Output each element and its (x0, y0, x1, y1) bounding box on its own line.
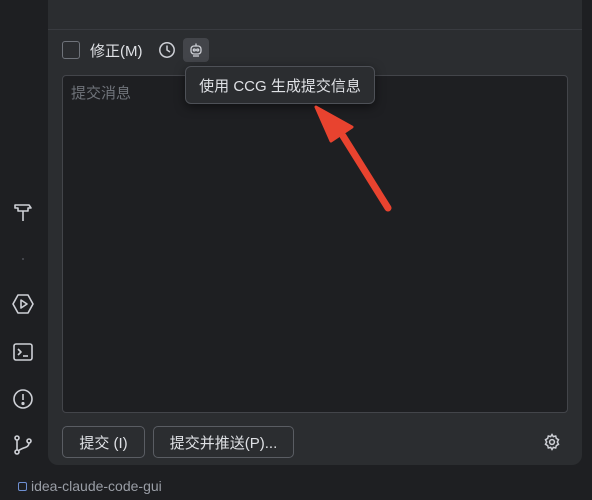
commit-options-row: 修正(M) (62, 38, 462, 62)
status-bar: idea-claude-code-gui (0, 472, 592, 500)
ide-window: 修正(M) 提交消息 提交 (I) 提交并推送(P)... 使用 CCG 生成提… (0, 0, 592, 500)
problems-icon[interactable] (11, 387, 35, 411)
run-services-icon[interactable] (11, 292, 35, 316)
left-tool-stripe (0, 0, 48, 470)
git-branch-icon[interactable] (11, 433, 35, 457)
commit-history-icon[interactable] (157, 40, 177, 60)
ccg-robot-icon (189, 43, 202, 57)
amend-checkbox[interactable] (62, 41, 80, 59)
right-edge (582, 0, 592, 470)
commit-message-placeholder: 提交消息 (71, 85, 132, 102)
terminal-icon[interactable] (11, 340, 35, 364)
commit-button[interactable]: 提交 (I) (62, 426, 145, 458)
stripe-separator (22, 258, 24, 260)
ccg-tooltip-text: 使用 CCG 生成提交信息 (199, 77, 361, 95)
ccg-tooltip: 使用 CCG 生成提交信息 (185, 66, 375, 104)
project-module-icon (18, 481, 27, 491)
changes-list-area[interactable] (48, 0, 582, 30)
ccg-generate-button[interactable] (182, 38, 209, 62)
build-hammer-icon[interactable] (11, 200, 35, 224)
commit-settings-gear-icon[interactable] (542, 432, 562, 452)
commit-and-push-button[interactable]: 提交并推送(P)... (153, 426, 294, 458)
amend-label[interactable]: 修正(M) (90, 40, 143, 61)
commit-message-input[interactable]: 提交消息 (62, 75, 568, 413)
project-name[interactable]: idea-claude-code-gui (31, 478, 162, 494)
